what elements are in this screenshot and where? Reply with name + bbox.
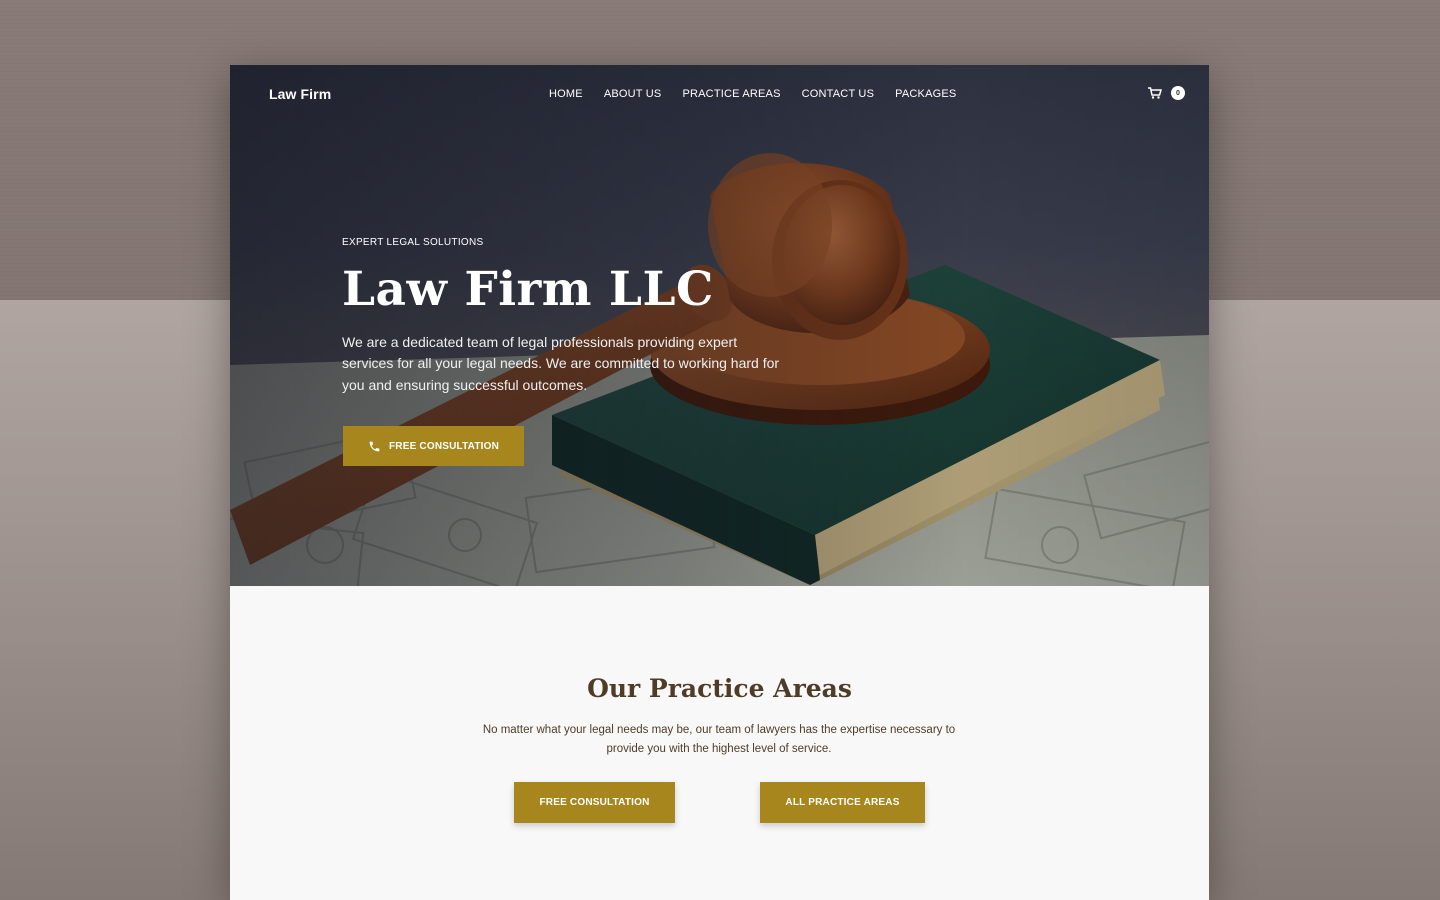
nav-about-us[interactable]: ABOUT US: [604, 88, 662, 100]
brand-logo[interactable]: Law Firm: [269, 86, 331, 102]
all-practice-areas-button[interactable]: ALL PRACTICE AREAS: [760, 782, 925, 823]
practice-areas-section: Our Practice Areas No matter what your l…: [230, 586, 1209, 900]
nav-practice-areas[interactable]: PRACTICE AREAS: [682, 88, 780, 100]
hero-title: Law Firm LLC: [342, 262, 714, 317]
nav-contact-us[interactable]: CONTACT US: [802, 88, 875, 100]
free-consultation-button[interactable]: FREE CONSULTATION: [514, 782, 675, 823]
practice-title: Our Practice Areas: [587, 674, 852, 703]
hero-description: We are a dedicated team of legal profess…: [342, 333, 780, 393]
main-menu: HOME ABOUT US PRACTICE AREAS CONTACT US …: [549, 88, 977, 100]
hero-cta-label: FREE CONSULTATION: [388, 440, 500, 452]
nav-home[interactable]: HOME: [549, 88, 583, 100]
cart-icon: [1148, 87, 1162, 99]
phone-icon: [369, 441, 380, 451]
hero-section: Law Firm HOME ABOUT US PRACTICE AREAS CO…: [230, 65, 1209, 586]
cart-count-badge: 0: [1171, 86, 1185, 100]
website-page: Law Firm HOME ABOUT US PRACTICE AREAS CO…: [230, 65, 1209, 900]
cart-button[interactable]: 0: [1148, 86, 1188, 102]
hero-free-consultation-button[interactable]: FREE CONSULTATION: [343, 426, 524, 466]
hero-content: EXPERT LEGAL SOLUTIONS Law Firm LLC We a…: [342, 237, 802, 396]
nav-packages[interactable]: PACKAGES: [895, 88, 956, 100]
practice-description: No matter what your legal needs may be, …: [482, 724, 956, 755]
hero-eyebrow: EXPERT LEGAL SOLUTIONS: [342, 237, 484, 248]
top-navigation: Law Firm HOME ABOUT US PRACTICE AREAS CO…: [230, 65, 1209, 125]
